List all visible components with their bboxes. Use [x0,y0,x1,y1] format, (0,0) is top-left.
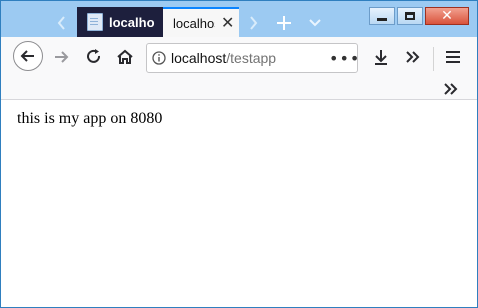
bookmarks-overflow-button[interactable] [439,79,463,99]
double-chevron-icon [406,51,420,63]
home-button[interactable] [109,41,141,73]
url-path: /testapp [226,50,277,66]
bookmarks-toolbar [1,79,477,100]
home-icon [117,49,133,64]
browser-window: localhost localhost ✕ ✕ [0,0,478,308]
tab-label: localhost [109,14,155,30]
new-tab-plus-icon[interactable] [272,9,296,37]
navigation-toolbar: localhost/testapp ••• [1,37,477,79]
downloads-button[interactable] [365,41,397,73]
page-icon [87,13,103,31]
close-window-button[interactable]: ✕ [425,7,469,25]
scroll-tabs-left-icon[interactable] [47,9,77,37]
tab-list-chevron-down-icon[interactable] [303,9,327,37]
reload-icon [87,49,100,63]
maximize-icon [405,12,415,20]
scroll-tabs-right-icon[interactable] [241,9,265,37]
page-actions-ellipsis-icon[interactable]: ••• [329,49,359,68]
maximize-button[interactable] [397,7,423,25]
menu-button[interactable] [437,41,469,73]
minimize-icon [377,17,387,21]
tab-active[interactable]: localhost ✕ [163,7,239,37]
reload-button[interactable] [78,41,110,73]
tab-inactive[interactable]: localhost [77,7,163,37]
url-host: localhost [171,50,227,66]
forward-arrow-icon [55,51,69,63]
url-text[interactable]: localhost/testapp [171,50,329,66]
info-icon[interactable] [147,51,171,65]
toolbar-separator [433,47,434,71]
tab-label: localhost [173,15,215,31]
back-button[interactable] [13,41,43,71]
toolbar-overflow-button[interactable] [397,41,429,73]
double-chevron-icon [444,83,458,95]
minimize-button[interactable] [369,7,395,25]
back-arrow-icon [20,50,34,62]
page-body-text: this is my app on 8080 [17,110,163,127]
window-controls: ✕ [369,7,469,25]
close-tab-icon[interactable]: ✕ [221,15,234,31]
close-icon: ✕ [441,8,453,24]
download-icon [375,50,387,65]
forward-button[interactable] [45,41,77,73]
address-bar[interactable]: localhost/testapp ••• [146,43,359,73]
title-bar: localhost localhost ✕ ✕ [1,1,477,37]
page-content: this is my app on 8080 [1,100,477,307]
hamburger-icon [446,51,460,63]
